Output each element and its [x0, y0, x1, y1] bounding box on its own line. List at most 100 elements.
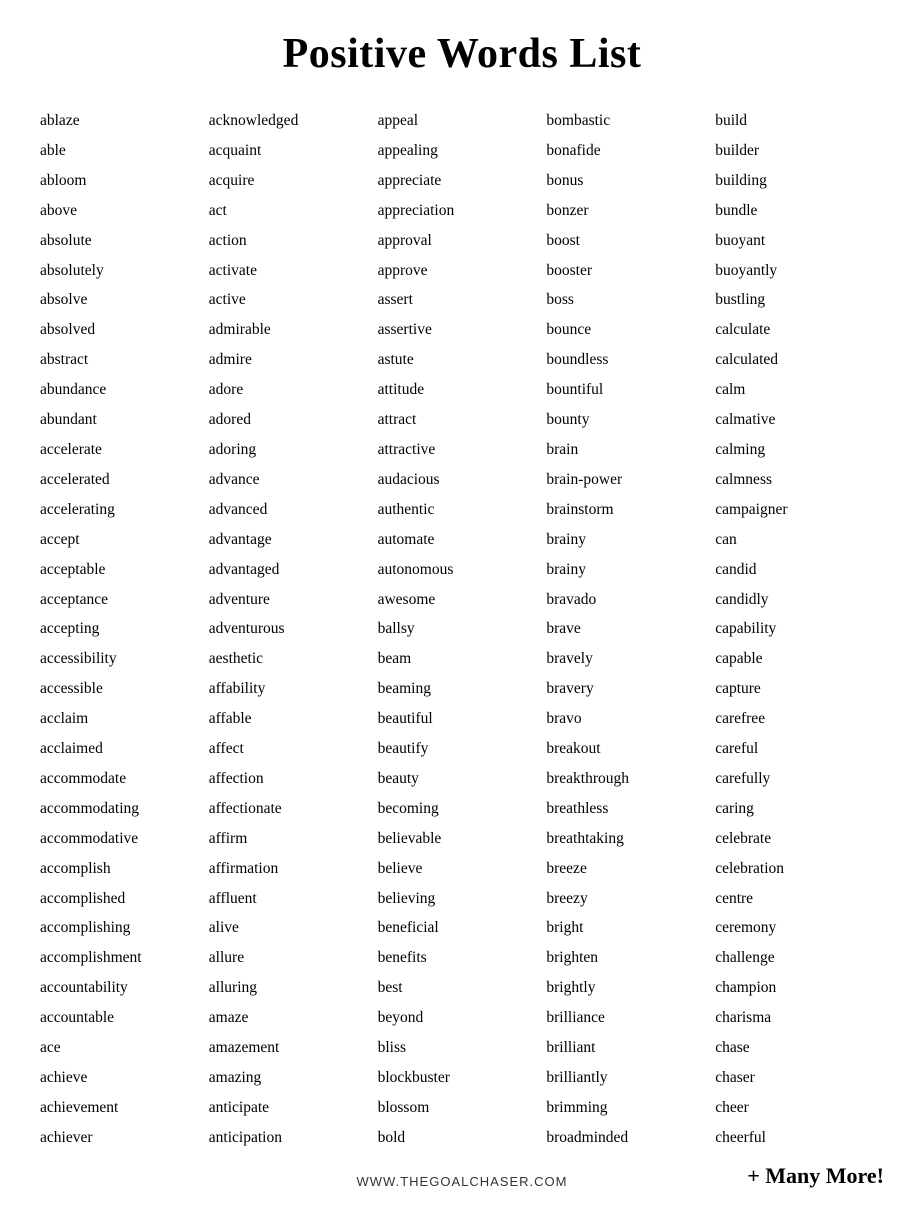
word-item: breakout [546, 734, 715, 764]
word-item: bountiful [546, 375, 715, 405]
word-item: bonus [546, 166, 715, 196]
word-item: acquire [209, 166, 378, 196]
word-item: affability [209, 674, 378, 704]
word-item: can [715, 525, 884, 555]
word-item: bounty [546, 405, 715, 435]
word-item: appreciation [378, 196, 547, 226]
word-item: accepting [40, 614, 209, 644]
word-item: bravado [546, 585, 715, 615]
word-item: candidly [715, 585, 884, 615]
word-item: abundant [40, 405, 209, 435]
word-item: awesome [378, 585, 547, 615]
word-item: active [209, 285, 378, 315]
word-item: ace [40, 1033, 209, 1063]
word-item: bravery [546, 674, 715, 704]
word-item: bonafide [546, 136, 715, 166]
word-item: capability [715, 614, 884, 644]
word-item: building [715, 166, 884, 196]
word-item: caring [715, 794, 884, 824]
word-item: affirm [209, 824, 378, 854]
word-item: affectionate [209, 794, 378, 824]
word-item: challenge [715, 943, 884, 973]
word-item: chase [715, 1033, 884, 1063]
word-item: able [40, 136, 209, 166]
word-item: chaser [715, 1063, 884, 1093]
word-item: ablaze [40, 106, 209, 136]
word-item: assertive [378, 315, 547, 345]
word-item: advantaged [209, 555, 378, 585]
word-item: affect [209, 734, 378, 764]
word-column-0: ablazeableabloomaboveabsoluteabsolutelya… [40, 106, 209, 1153]
word-item: accelerated [40, 465, 209, 495]
word-item: brainy [546, 525, 715, 555]
word-item: alive [209, 913, 378, 943]
word-item: accommodative [40, 824, 209, 854]
word-column-2: appealappealingappreciateappreciationapp… [378, 106, 547, 1153]
word-item: acceptance [40, 585, 209, 615]
word-item: advantage [209, 525, 378, 555]
word-item: beaming [378, 674, 547, 704]
word-item: calmative [715, 405, 884, 435]
word-item: amaze [209, 1003, 378, 1033]
word-item: achieve [40, 1063, 209, 1093]
word-item: calculate [715, 315, 884, 345]
word-item: acceptable [40, 555, 209, 585]
word-item: audacious [378, 465, 547, 495]
word-item: blockbuster [378, 1063, 547, 1093]
word-item: bold [378, 1123, 547, 1153]
word-item: cheer [715, 1093, 884, 1123]
word-item: acclaim [40, 704, 209, 734]
word-item: allure [209, 943, 378, 973]
word-column-4: buildbuilderbuildingbundlebuoyantbuoyant… [715, 106, 884, 1153]
word-item: appreciate [378, 166, 547, 196]
word-item: acquaint [209, 136, 378, 166]
word-item: achievement [40, 1093, 209, 1123]
word-item: brave [546, 614, 715, 644]
word-item: autonomous [378, 555, 547, 585]
word-item: beautify [378, 734, 547, 764]
word-item: blossom [378, 1093, 547, 1123]
word-item: accomplished [40, 884, 209, 914]
word-item: adoring [209, 435, 378, 465]
word-item: authentic [378, 495, 547, 525]
word-grid: ablazeableabloomaboveabsoluteabsolutelya… [40, 106, 884, 1153]
word-item: celebrate [715, 824, 884, 854]
word-item: ballsy [378, 614, 547, 644]
word-item: absolute [40, 226, 209, 256]
word-item: brain [546, 435, 715, 465]
word-item: achiever [40, 1123, 209, 1153]
word-item: amazement [209, 1033, 378, 1063]
word-item: bravo [546, 704, 715, 734]
word-item: appealing [378, 136, 547, 166]
word-item: abstract [40, 345, 209, 375]
word-item: believe [378, 854, 547, 884]
word-item: bundle [715, 196, 884, 226]
word-item: champion [715, 973, 884, 1003]
word-item: boost [546, 226, 715, 256]
word-item: accommodate [40, 764, 209, 794]
word-item: bliss [378, 1033, 547, 1063]
word-item: capable [715, 644, 884, 674]
word-item: appeal [378, 106, 547, 136]
word-item: alluring [209, 973, 378, 1003]
word-item: broadminded [546, 1123, 715, 1153]
word-item: bustling [715, 285, 884, 315]
word-item: bonzer [546, 196, 715, 226]
word-item: beam [378, 644, 547, 674]
word-item: abloom [40, 166, 209, 196]
word-item: becoming [378, 794, 547, 824]
word-item: affirmation [209, 854, 378, 884]
word-item: brimming [546, 1093, 715, 1123]
more-label: + Many More! [603, 1163, 884, 1189]
word-item: calm [715, 375, 884, 405]
word-item: believable [378, 824, 547, 854]
word-item: brightly [546, 973, 715, 1003]
word-item: beyond [378, 1003, 547, 1033]
word-item: accelerating [40, 495, 209, 525]
word-item: careful [715, 734, 884, 764]
word-item: accomplishing [40, 913, 209, 943]
word-item: action [209, 226, 378, 256]
word-item: calming [715, 435, 884, 465]
word-item: acclaimed [40, 734, 209, 764]
word-item: accept [40, 525, 209, 555]
